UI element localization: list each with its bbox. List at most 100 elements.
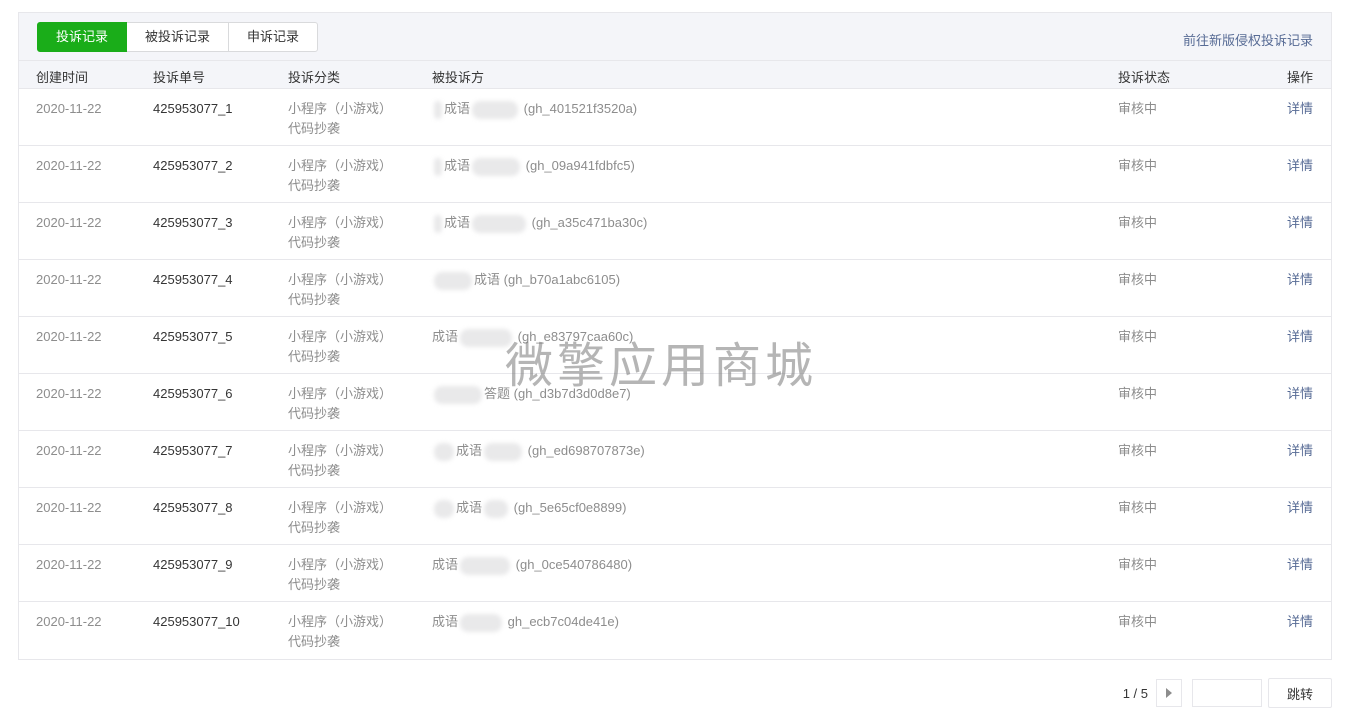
category-line2: 代码抄袭 bbox=[288, 406, 341, 421]
target-id: (gh_09a941fdbfc5) bbox=[525, 158, 635, 173]
row-status: 审核中 bbox=[1118, 329, 1158, 344]
table-row: 2020-11-22 425953077_6 小程序（小游戏） 代码抄袭 答题 (… bbox=[19, 374, 1331, 431]
detail-link[interactable]: 详情 bbox=[1287, 99, 1313, 119]
row-category: 小程序（小游戏） 代码抄袭 bbox=[288, 384, 392, 424]
category-line1: 小程序（小游戏） bbox=[288, 329, 393, 344]
target-name: 成语 bbox=[432, 614, 459, 629]
tab-complaint-records[interactable]: 投诉记录 bbox=[37, 22, 128, 52]
jump-button[interactable]: 跳转 bbox=[1268, 678, 1332, 708]
row-category: 小程序（小游戏） 代码抄袭 bbox=[288, 498, 392, 538]
record-tabs: 投诉记录 被投诉记录 申诉记录 bbox=[37, 22, 319, 52]
row-status: 审核中 bbox=[1118, 557, 1158, 572]
category-line2: 代码抄袭 bbox=[288, 178, 341, 193]
redacted-mask bbox=[434, 157, 442, 176]
tab-complained-records[interactable]: 被投诉记录 bbox=[126, 22, 230, 52]
row-status: 审核中 bbox=[1118, 443, 1158, 458]
row-status: 审核中 bbox=[1118, 215, 1158, 230]
row-category: 小程序（小游戏） 代码抄袭 bbox=[288, 270, 392, 310]
table-row: 2020-11-22 425953077_3 小程序（小游戏） 代码抄袭 成语 (… bbox=[19, 203, 1331, 260]
category-line2: 代码抄袭 bbox=[288, 235, 341, 250]
row-status: 审核中 bbox=[1118, 101, 1158, 116]
redacted-mask bbox=[434, 385, 482, 404]
row-target: 成语 (gh_0ce540786480) bbox=[432, 555, 632, 575]
detail-link[interactable]: 详情 bbox=[1287, 555, 1313, 575]
redacted-mask bbox=[434, 271, 472, 290]
target-name: 成语 bbox=[444, 215, 471, 230]
redacted-mask bbox=[460, 556, 511, 575]
detail-link[interactable]: 详情 bbox=[1287, 498, 1313, 518]
row-status: 审核中 bbox=[1118, 386, 1158, 401]
target-id: gh_ecb7c04de41e) bbox=[507, 614, 619, 629]
redacted-mask bbox=[472, 100, 519, 119]
new-version-link[interactable]: 前往新版侵权投诉记录 bbox=[1183, 30, 1313, 49]
category-line2: 代码抄袭 bbox=[288, 634, 341, 649]
detail-link[interactable]: 详情 bbox=[1287, 327, 1313, 347]
redacted-mask bbox=[460, 613, 503, 632]
redacted-mask bbox=[484, 442, 523, 461]
row-target: 成语 gh_ecb7c04de41e) bbox=[432, 612, 619, 632]
row-date: 2020-11-22 bbox=[36, 101, 102, 116]
target-id: (gh_401521f3520a) bbox=[523, 101, 638, 116]
target-id: (gh_5e65cf0e8899) bbox=[513, 500, 627, 515]
header-complaint-no: 投诉单号 bbox=[153, 70, 206, 85]
target-id: (gh_ed698707873e) bbox=[527, 443, 645, 458]
table-row: 2020-11-22 425953077_9 小程序（小游戏） 代码抄袭 成语 (… bbox=[19, 545, 1331, 602]
target-name: 成语 bbox=[432, 329, 459, 344]
detail-link[interactable]: 详情 bbox=[1287, 441, 1313, 461]
row-complaint-no: 425953077_8 bbox=[153, 500, 233, 515]
row-date: 2020-11-22 bbox=[36, 386, 102, 401]
header-target: 被投诉方 bbox=[432, 70, 485, 85]
redacted-mask bbox=[434, 442, 454, 461]
row-target: 成语 (gh_09a941fdbfc5) bbox=[432, 156, 635, 176]
category-line1: 小程序（小游戏） bbox=[288, 386, 393, 401]
table-row: 2020-11-22 425953077_1 小程序（小游戏） 代码抄袭 成语 (… bbox=[19, 89, 1331, 146]
caret-right-icon bbox=[1166, 688, 1172, 698]
detail-link[interactable]: 详情 bbox=[1287, 270, 1313, 290]
redacted-mask bbox=[434, 214, 442, 233]
row-target: 成语 (gh_5e65cf0e8899) bbox=[432, 498, 626, 518]
redacted-mask bbox=[460, 328, 513, 347]
target-id: (gh_b70a1abc6105) bbox=[503, 272, 621, 287]
target-name: 答题 bbox=[484, 386, 511, 401]
row-category: 小程序（小游戏） 代码抄袭 bbox=[288, 612, 392, 652]
target-id: (gh_e83797caa60c) bbox=[517, 329, 634, 344]
toolbar: 投诉记录 被投诉记录 申诉记录 前往新版侵权投诉记录 bbox=[19, 13, 1331, 61]
pagination: 1 / 5 跳转 bbox=[1123, 678, 1332, 708]
row-date: 2020-11-22 bbox=[36, 215, 102, 230]
target-id: (gh_0ce540786480) bbox=[515, 557, 633, 572]
target-id: (gh_a35c471ba30c) bbox=[531, 215, 648, 230]
table-row: 2020-11-22 425953077_7 小程序（小游戏） 代码抄袭 成语 (… bbox=[19, 431, 1331, 488]
redacted-mask bbox=[434, 100, 442, 119]
row-complaint-no: 425953077_7 bbox=[153, 443, 233, 458]
detail-link[interactable]: 详情 bbox=[1287, 156, 1313, 176]
table-row: 2020-11-22 425953077_10 小程序（小游戏） 代码抄袭 成语 … bbox=[19, 602, 1331, 659]
row-date: 2020-11-22 bbox=[36, 329, 102, 344]
row-target: 答题 (gh_d3b7d3d0d8e7) bbox=[432, 384, 631, 404]
next-page-button[interactable] bbox=[1156, 679, 1182, 707]
redacted-mask bbox=[484, 499, 509, 518]
detail-link[interactable]: 详情 bbox=[1287, 213, 1313, 233]
row-date: 2020-11-22 bbox=[36, 158, 102, 173]
category-line1: 小程序（小游戏） bbox=[288, 272, 393, 287]
row-category: 小程序（小游戏） 代码抄袭 bbox=[288, 156, 392, 196]
row-date: 2020-11-22 bbox=[36, 500, 102, 515]
category-line2: 代码抄袭 bbox=[288, 463, 341, 478]
row-complaint-no: 425953077_3 bbox=[153, 215, 233, 230]
row-complaint-no: 425953077_6 bbox=[153, 386, 233, 401]
category-line1: 小程序（小游戏） bbox=[288, 101, 393, 116]
page-number-input[interactable] bbox=[1192, 679, 1262, 707]
row-complaint-no: 425953077_9 bbox=[153, 557, 233, 572]
category-line1: 小程序（小游戏） bbox=[288, 500, 393, 515]
row-target: 成语 (gh_ed698707873e) bbox=[432, 441, 645, 461]
tab-appeal-records[interactable]: 申诉记录 bbox=[228, 22, 319, 52]
table-body: 2020-11-22 425953077_1 小程序（小游戏） 代码抄袭 成语 (… bbox=[19, 89, 1331, 659]
row-target: 成语 (gh_401521f3520a) bbox=[432, 99, 637, 119]
row-complaint-no: 425953077_2 bbox=[153, 158, 233, 173]
detail-link[interactable]: 详情 bbox=[1287, 612, 1313, 632]
table-row: 2020-11-22 425953077_5 小程序（小游戏） 代码抄袭 成语 (… bbox=[19, 317, 1331, 374]
detail-link[interactable]: 详情 bbox=[1287, 384, 1313, 404]
target-name: 成语 bbox=[456, 500, 483, 515]
row-target: 成语 (gh_e83797caa60c) bbox=[432, 327, 633, 347]
target-name: 成语 bbox=[444, 101, 471, 116]
row-category: 小程序（小游戏） 代码抄袭 bbox=[288, 441, 392, 481]
